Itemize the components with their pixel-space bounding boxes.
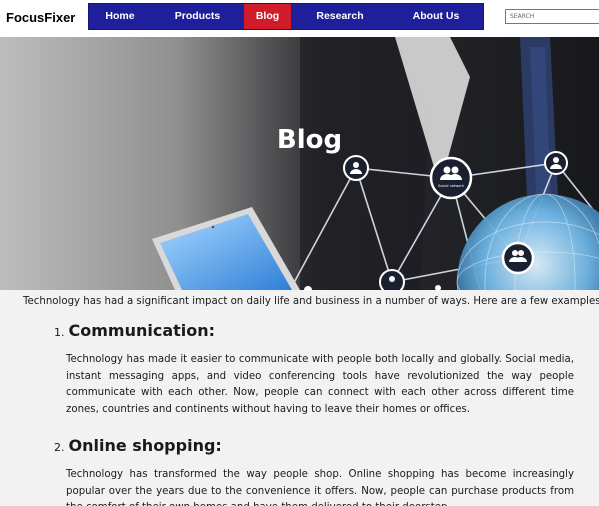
nav-item-products[interactable]: Products: [151, 4, 244, 29]
section-number: 1.: [54, 326, 65, 339]
section-title: Online shopping:: [68, 436, 222, 455]
hero-banner: Social network Blog: [0, 37, 599, 290]
site-logo[interactable]: FocusFixer: [6, 10, 75, 25]
network-node-icon: [501, 241, 535, 275]
article-section: 2. Online shopping: Technology has trans…: [54, 436, 574, 506]
nav-item-research[interactable]: Research: [291, 4, 389, 29]
nav-item-home[interactable]: Home: [89, 4, 151, 29]
article-content: Technology has had a significant impact …: [0, 290, 599, 506]
nav-item-blog[interactable]: Blog: [244, 4, 291, 29]
main-nav: Home Products Blog Research About Us: [88, 3, 484, 30]
site-header: FocusFixer Home Products Blog Research A…: [0, 0, 599, 37]
nav-item-about-us[interactable]: About Us: [389, 4, 483, 29]
network-node-icon: [343, 155, 369, 181]
section-heading: 2. Online shopping:: [54, 436, 574, 455]
article-intro: Technology has had a significant impact …: [23, 296, 599, 307]
article-section: 1. Communication: Technology has made it…: [54, 321, 574, 419]
network-node-icon: [544, 151, 568, 175]
section-heading: 1. Communication:: [54, 321, 574, 340]
section-body: Technology has transformed the way peopl…: [66, 469, 574, 506]
section-number: 2.: [54, 441, 65, 454]
section-body: Technology has made it easier to communi…: [66, 354, 574, 416]
network-node-icon: [379, 269, 405, 290]
tablet-device: [152, 207, 300, 290]
network-node-icon: Social network: [429, 156, 473, 200]
section-title: Communication:: [68, 321, 216, 340]
hero-image: Social network: [152, 37, 599, 290]
search-input[interactable]: [505, 9, 599, 24]
node-label: Social network: [438, 184, 465, 188]
page-title: Blog: [276, 125, 343, 155]
